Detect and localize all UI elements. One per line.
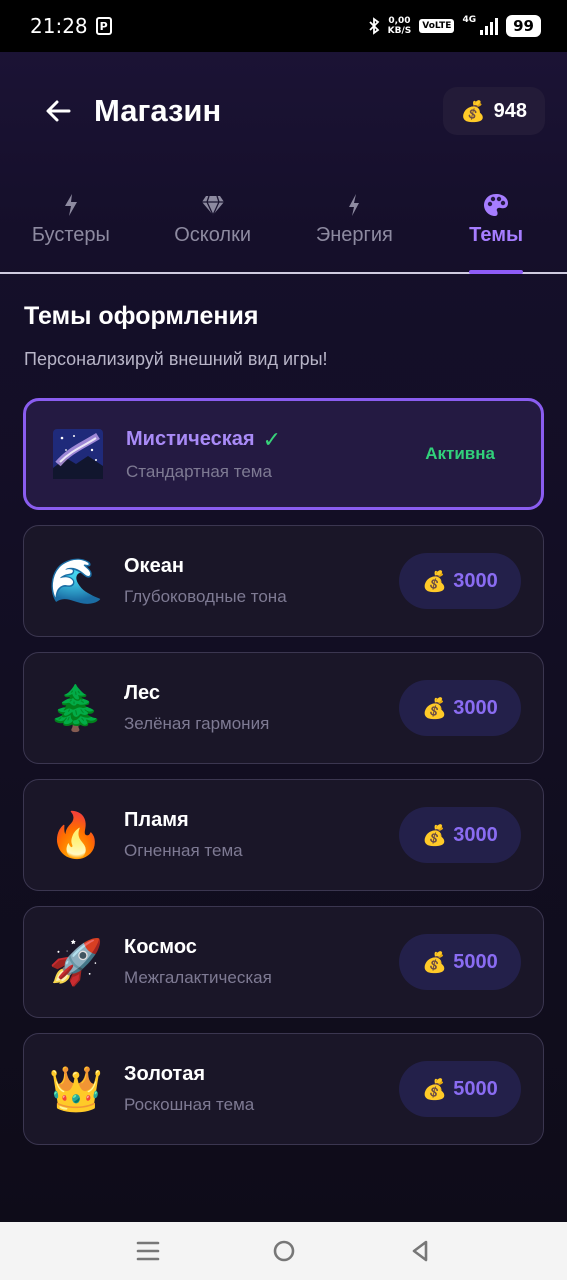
theme-description: Стандартная тема [126,461,272,481]
buy-button[interactable]: 💰 3000 [399,553,521,609]
theme-name: Золотая [124,1063,205,1085]
bluetooth-icon [369,17,380,35]
tab-label: Темы [469,224,524,246]
money-bag-icon: 💰 [422,569,448,593]
tab-boosters[interactable]: Бустеры [0,180,142,272]
price-value: 5000 [453,1077,498,1100]
crown-icon: 👑 [48,1064,104,1115]
section-subtitle: Персонализируй внешний вид игры! [24,349,328,369]
status-bar: 21:28 P 0,00 KB/S VoLTE 4G 99 [0,0,567,52]
page-title: Магазин [94,93,222,128]
money-bag-icon: 💰 [460,99,486,123]
rocket-icon: 🚀 [48,937,104,988]
tab-shards[interactable]: Осколки [142,180,284,272]
home-circle-icon[interactable] [272,1239,296,1263]
money-bag-icon: 💰 [422,696,448,720]
money-bag-icon: 💰 [422,823,448,847]
theme-name: Лес [124,682,161,704]
net-speed-value: 0,00 [388,16,411,26]
theme-card-ocean[interactable]: 🌊 Океан Глубоководные тона 💰 3000 [23,525,544,637]
back-triangle-icon[interactable] [409,1239,431,1263]
theme-name: Океан [124,555,184,577]
theme-description: Зелёная гармония [124,714,270,733]
theme-card-golden[interactable]: 👑 Золотая Роскошная тема 💰 5000 [23,1033,544,1145]
balance-badge[interactable]: 💰 948 [442,87,545,135]
p-icon: P [95,17,112,35]
theme-card-flame[interactable]: 🔥 Пламя Огненная тема 💰 3000 [23,779,544,891]
theme-description: Огненная тема [124,841,243,860]
battery-icon: 99 [506,15,541,37]
tab-label: Осколки [174,224,252,246]
theme-card-forest[interactable]: 🌲 Лес Зелёная гармония 💰 3000 [23,652,544,764]
section-title: Темы оформления [24,302,259,330]
gem-icon [201,192,225,218]
net-speed-unit: KB/S [387,26,412,36]
palette-icon [483,192,509,218]
theme-name: Пламя [124,809,189,831]
fire-icon: 🔥 [48,810,104,861]
theme-description: Глубоководные тона [124,587,287,606]
bolt-icon [63,192,79,218]
back-button[interactable] [40,93,76,129]
tab-energy[interactable]: Энергия [284,180,426,272]
theme-card-cosmos[interactable]: 🚀 Космос Межгалактическая 💰 5000 [23,906,544,1018]
active-status-label: Активна [425,444,495,463]
volte-badge: VoLTE [419,19,455,33]
buy-button[interactable]: 💰 5000 [399,934,521,990]
tree-icon: 🌲 [48,683,104,734]
signal-icon [480,17,499,35]
money-bag-icon: 💰 [422,950,448,974]
price-value: 5000 [453,950,498,973]
theme-name: Космос [124,936,197,958]
theme-card-mystic[interactable]: Мистическая ✓ Стандартная тема Активна [23,398,544,510]
wave-icon: 🌊 [48,556,104,607]
network-type: 4G [462,15,477,25]
buy-button[interactable]: 💰 5000 [399,1061,521,1117]
status-time: 21:28 [30,14,88,38]
price-value: 3000 [453,569,498,592]
tab-label: Энергия [315,224,393,246]
money-bag-icon: 💰 [422,1077,448,1101]
header: Магазин 💰 948 [0,52,567,170]
tab-bar: Бустеры Осколки Энергия Темы [0,180,567,274]
check-icon: ✓ [262,426,282,452]
price-value: 3000 [453,823,498,846]
lightning-icon [347,192,361,218]
tab-label: Бустеры [31,224,110,246]
menu-icon[interactable] [136,1240,160,1262]
system-nav-bar [0,1222,567,1280]
balance-value: 948 [493,99,527,122]
milky-way-icon [50,426,106,482]
price-value: 3000 [453,696,498,719]
back-arrow-icon [46,100,71,122]
theme-description: Межгалактическая [124,968,272,987]
net-speed: 0,00 KB/S [388,16,412,36]
buy-button[interactable]: 💰 3000 [399,680,521,736]
tab-themes[interactable]: Темы [425,180,567,272]
theme-description: Роскошная тема [124,1095,255,1114]
theme-name: Мистическая [126,428,255,450]
buy-button[interactable]: 💰 3000 [399,807,521,863]
